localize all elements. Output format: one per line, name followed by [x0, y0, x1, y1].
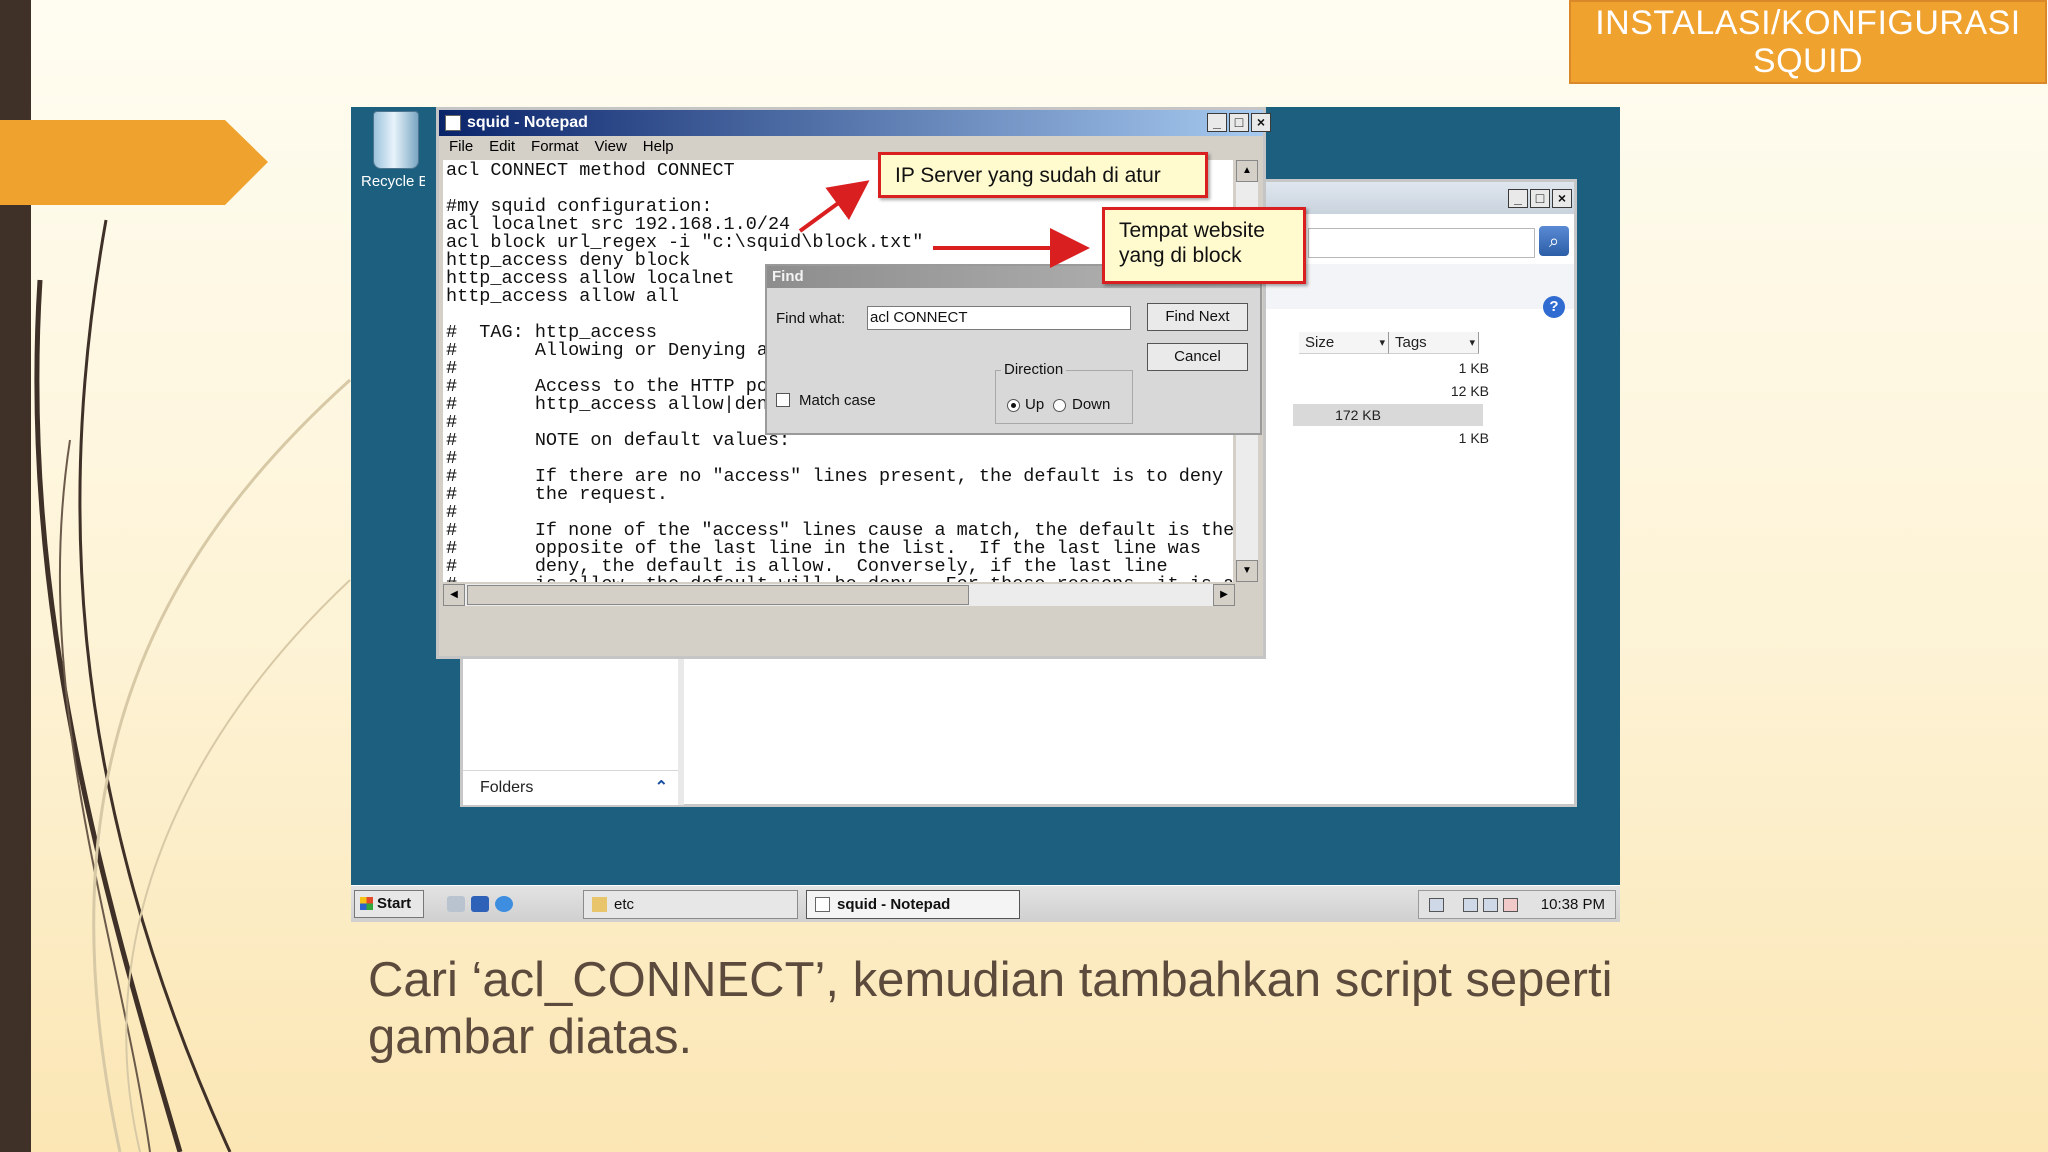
desktop-screenshot: Recycle Bin _ □ × ⌕ ? Size ▾ Tags ▾ 1 KB 1… [351, 107, 1620, 922]
system-tray: 10:38 PM [1418, 890, 1616, 919]
recycle-bin-label: Recycle Bin [361, 173, 425, 190]
search-icon[interactable]: ⌕ [1539, 226, 1569, 256]
notification-icon[interactable] [1463, 898, 1478, 912]
callout-line: yang di block [1119, 244, 1242, 267]
column-header-label: Tags [1395, 334, 1427, 351]
clock[interactable]: 10:38 PM [1541, 891, 1605, 918]
volume-muted-icon[interactable] [1503, 898, 1518, 912]
column-header-tags[interactable]: Tags ▾ [1389, 332, 1479, 354]
maximize-icon[interactable]: □ [1229, 113, 1249, 132]
explorer-search-input[interactable] [1308, 228, 1535, 258]
direction-down-radio[interactable] [1053, 399, 1066, 412]
server-manager-icon[interactable] [447, 896, 465, 912]
slide-caption: Cari ‘acl_CONNECT’, kemudian tambahkan s… [368, 953, 1613, 1064]
direction-up-label: Up [1025, 396, 1045, 413]
match-case-checkbox[interactable] [776, 393, 790, 407]
browser-icon[interactable] [495, 896, 513, 912]
taskbar: Start etc squid - Notepad 10:38 PM [351, 885, 1620, 922]
scrollbar-thumb[interactable] [467, 585, 969, 605]
menu-help[interactable]: Help [643, 136, 674, 158]
taskbar-item-etc[interactable]: etc [583, 890, 798, 919]
direction-label: Direction [1001, 361, 1067, 378]
minimize-icon[interactable]: _ [1207, 113, 1227, 132]
list-item[interactable]: 1 KB [1293, 427, 1489, 449]
menu-edit[interactable]: Edit [489, 136, 515, 158]
menu-format[interactable]: Format [531, 136, 579, 158]
column-header-size[interactable]: Size ▾ [1299, 332, 1389, 354]
chevron-down-icon[interactable]: ▾ [1469, 332, 1475, 354]
find-what-label: Find what: [776, 310, 846, 327]
file-size: 1 KB [1458, 360, 1489, 376]
chevron-down-icon[interactable]: ▾ [1379, 332, 1385, 354]
cancel-button[interactable]: Cancel [1147, 343, 1248, 371]
taskbar-item-notepad[interactable]: squid - Notepad [806, 890, 1020, 919]
decorative-curves [34, 219, 352, 1152]
file-size: 1 KB [1458, 430, 1489, 446]
start-label: Start [377, 895, 412, 912]
scroll-left-icon[interactable]: ◀ [443, 584, 465, 606]
file-size: 12 KB [1450, 383, 1489, 399]
list-item-selected[interactable]: 172 KB [1293, 404, 1483, 426]
notepad-icon [815, 897, 830, 912]
scroll-down-icon[interactable]: ▼ [1236, 560, 1258, 582]
security-icon[interactable] [1429, 898, 1444, 912]
scroll-up-icon[interactable]: ▲ [1236, 160, 1258, 182]
direction-group [995, 370, 1133, 424]
close-icon[interactable]: × [1552, 189, 1572, 208]
column-header-label: Size [1305, 334, 1335, 351]
maximize-icon[interactable]: □ [1530, 189, 1550, 208]
file-size: 172 KB [1335, 407, 1381, 423]
list-item[interactable]: 1 KB [1293, 357, 1489, 379]
notepad-icon [445, 115, 461, 131]
find-dialog: Find Find what: acl CONNECT Find Next Ca… [765, 264, 1262, 435]
recycle-bin-icon [373, 111, 419, 169]
minimize-icon[interactable]: _ [1508, 189, 1528, 208]
taskbar-item-label: etc [614, 896, 635, 913]
folders-label: Folders [480, 779, 534, 796]
windows-logo-icon [360, 897, 373, 910]
match-case-label: Match case [799, 392, 876, 409]
slide-title: INSTALASI/KONFIGURASI SQUID [1569, 0, 2047, 84]
find-what-input[interactable]: acl CONNECT [867, 306, 1131, 330]
recycle-bin[interactable]: Recycle Bin [361, 111, 431, 201]
horizontal-scrollbar[interactable]: ◀ ▶ [443, 584, 1235, 606]
taskbar-item-label: squid - Notepad [837, 896, 951, 913]
close-icon[interactable]: × [1251, 113, 1271, 132]
start-button[interactable]: Start [354, 890, 424, 918]
chevron-up-icon[interactable]: ⌃ [655, 771, 668, 805]
powershell-icon[interactable] [471, 896, 489, 912]
callout-blocked-sites: Tempat website yang di block [1102, 207, 1306, 284]
scroll-right-icon[interactable]: ▶ [1213, 584, 1235, 606]
notepad-titlebar: squid - Notepad _ □ × [439, 110, 1271, 136]
callout-ip-server: IP Server yang sudah di atur [878, 152, 1208, 198]
network-icon[interactable] [1483, 898, 1498, 912]
list-item[interactable]: 12 KB [1293, 380, 1489, 402]
callout-line: Tempat website [1119, 219, 1265, 242]
find-next-button[interactable]: Find Next [1147, 303, 1248, 331]
folder-icon [592, 897, 607, 912]
folders-toggle[interactable]: Folders ⌃ [463, 770, 678, 804]
direction-down-label: Down [1072, 396, 1111, 413]
menu-file[interactable]: File [449, 136, 473, 158]
notepad-title: squid - Notepad [467, 114, 588, 131]
menu-view[interactable]: View [595, 136, 627, 158]
direction-up-radio[interactable] [1007, 399, 1020, 412]
help-icon[interactable]: ? [1543, 296, 1565, 318]
